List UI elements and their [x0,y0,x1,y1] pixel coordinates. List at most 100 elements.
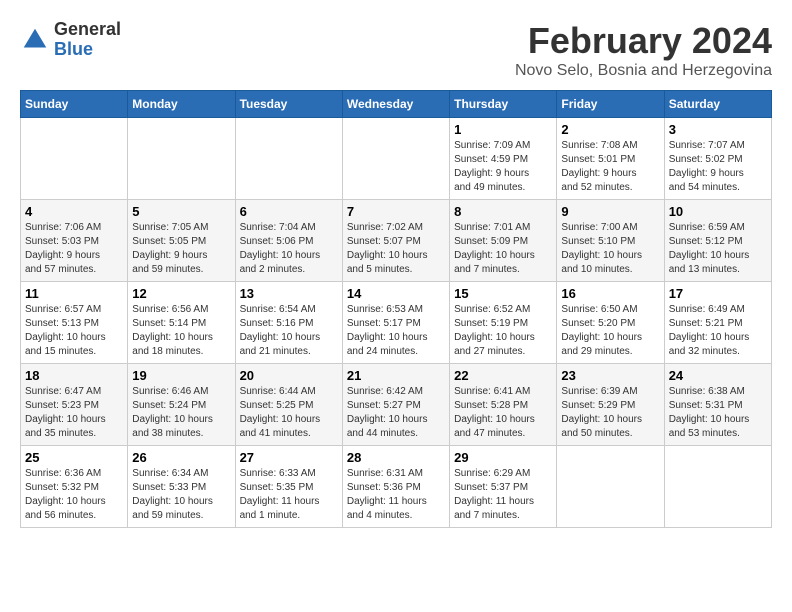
day-number: 2 [561,122,659,137]
day-info: Sunrise: 6:59 AMSunset: 5:12 PMDaylight:… [669,221,767,277]
column-header-monday: Monday [128,91,235,118]
calendar-week-5: 25 Sunrise: 6:36 AMSunset: 5:32 PMDayligh… [21,446,772,528]
column-header-saturday: Saturday [664,91,771,118]
day-info: Sunrise: 7:02 AMSunset: 5:07 PMDaylight:… [347,221,445,277]
day-info: Sunrise: 7:01 AMSunset: 5:09 PMDaylight:… [454,221,552,277]
day-number: 23 [561,368,659,383]
calendar-cell: 11 Sunrise: 6:57 AMSunset: 5:13 PMDayligh… [21,282,128,364]
calendar-cell: 6 Sunrise: 7:04 AMSunset: 5:06 PMDaylight… [235,200,342,282]
calendar-cell: 10 Sunrise: 6:59 AMSunset: 5:12 PMDayligh… [664,200,771,282]
day-info: Sunrise: 7:04 AMSunset: 5:06 PMDaylight:… [240,221,338,277]
calendar-table: SundayMondayTuesdayWednesdayThursdayFrid… [20,90,772,528]
day-number: 12 [132,286,230,301]
calendar-cell: 1 Sunrise: 7:09 AMSunset: 4:59 PMDaylight… [450,118,557,200]
day-info: Sunrise: 6:42 AMSunset: 5:27 PMDaylight:… [347,385,445,441]
calendar-cell: 16 Sunrise: 6:50 AMSunset: 5:20 PMDayligh… [557,282,664,364]
day-number: 10 [669,204,767,219]
day-info: Sunrise: 6:50 AMSunset: 5:20 PMDaylight:… [561,303,659,359]
day-number: 15 [454,286,552,301]
calendar-cell: 15 Sunrise: 6:52 AMSunset: 5:19 PMDayligh… [450,282,557,364]
calendar-cell: 28Sunrise: 6:31 AMSunset: 5:36 PMDayligh… [342,446,449,528]
day-number: 24 [669,368,767,383]
day-number: 14 [347,286,445,301]
day-info: Sunrise: 6:52 AMSunset: 5:19 PMDaylight:… [454,303,552,359]
day-info: Sunrise: 6:39 AMSunset: 5:29 PMDaylight:… [561,385,659,441]
day-info: Sunrise: 6:57 AMSunset: 5:13 PMDaylight:… [25,303,123,359]
day-number: 13 [240,286,338,301]
day-number: 5 [132,204,230,219]
calendar-cell: 5Sunrise: 7:05 AMSunset: 5:05 PMDaylight… [128,200,235,282]
day-number: 17 [669,286,767,301]
calendar-cell [128,118,235,200]
calendar-cell [664,446,771,528]
day-number: 3 [669,122,767,137]
calendar-cell: 29Sunrise: 6:29 AMSunset: 5:37 PMDayligh… [450,446,557,528]
day-info: Sunrise: 6:36 AMSunset: 5:32 PMDaylight:… [25,467,123,523]
column-header-tuesday: Tuesday [235,91,342,118]
day-number: 6 [240,204,338,219]
day-number: 20 [240,368,338,383]
day-number: 9 [561,204,659,219]
page-subtitle: Novo Selo, Bosnia and Herzegovina [515,62,772,80]
day-number: 21 [347,368,445,383]
day-number: 1 [454,122,552,137]
calendar-cell: 26Sunrise: 6:34 AMSunset: 5:33 PMDayligh… [128,446,235,528]
day-number: 8 [454,204,552,219]
column-header-friday: Friday [557,91,664,118]
calendar-cell: 22Sunrise: 6:41 AMSunset: 5:28 PMDayligh… [450,364,557,446]
day-info: Sunrise: 7:09 AMSunset: 4:59 PMDaylight:… [454,139,552,195]
day-info: Sunrise: 6:33 AMSunset: 5:35 PMDaylight:… [240,467,338,523]
calendar-cell: 2 Sunrise: 7:08 AMSunset: 5:01 PMDaylight… [557,118,664,200]
logo: General Blue [20,20,121,60]
calendar-cell: 18Sunrise: 6:47 AMSunset: 5:23 PMDayligh… [21,364,128,446]
column-header-wednesday: Wednesday [342,91,449,118]
day-info: Sunrise: 7:06 AMSunset: 5:03 PMDaylight:… [25,221,123,277]
day-number: 4 [25,204,123,219]
day-info: Sunrise: 7:08 AMSunset: 5:01 PMDaylight:… [561,139,659,195]
calendar-cell [235,118,342,200]
day-info: Sunrise: 6:47 AMSunset: 5:23 PMDaylight:… [25,385,123,441]
calendar-cell [21,118,128,200]
logo-icon [20,25,50,55]
day-info: Sunrise: 6:46 AMSunset: 5:24 PMDaylight:… [132,385,230,441]
day-info: Sunrise: 6:44 AMSunset: 5:25 PMDaylight:… [240,385,338,441]
day-number: 25 [25,450,123,465]
day-number: 11 [25,286,123,301]
title-section: February 2024 Novo Selo, Bosnia and Herz… [515,20,772,80]
day-info: Sunrise: 6:53 AMSunset: 5:17 PMDaylight:… [347,303,445,359]
calendar-cell: 7 Sunrise: 7:02 AMSunset: 5:07 PMDaylight… [342,200,449,282]
calendar-cell: 27 Sunrise: 6:33 AMSunset: 5:35 PMDayligh… [235,446,342,528]
calendar-cell: 24 Sunrise: 6:38 AMSunset: 5:31 PMDayligh… [664,364,771,446]
day-number: 7 [347,204,445,219]
day-info: Sunrise: 7:07 AMSunset: 5:02 PMDaylight:… [669,139,767,195]
calendar-cell: 25 Sunrise: 6:36 AMSunset: 5:32 PMDayligh… [21,446,128,528]
logo-blue: Blue [54,39,93,59]
day-info: Sunrise: 6:49 AMSunset: 5:21 PMDaylight:… [669,303,767,359]
calendar-cell [557,446,664,528]
calendar-cell: 17 Sunrise: 6:49 AMSunset: 5:21 PMDayligh… [664,282,771,364]
day-info: Sunrise: 6:29 AMSunset: 5:37 PMDaylight:… [454,467,552,523]
calendar-week-2: 4 Sunrise: 7:06 AMSunset: 5:03 PMDaylight… [21,200,772,282]
column-header-thursday: Thursday [450,91,557,118]
day-number: 27 [240,450,338,465]
calendar-cell: 19Sunrise: 6:46 AMSunset: 5:24 PMDayligh… [128,364,235,446]
calendar-header-row: SundayMondayTuesdayWednesdayThursdayFrid… [21,91,772,118]
day-number: 16 [561,286,659,301]
page-header: General Blue February 2024 Novo Selo, Bo… [20,20,772,80]
calendar-cell: 3 Sunrise: 7:07 AMSunset: 5:02 PMDaylight… [664,118,771,200]
day-info: Sunrise: 6:38 AMSunset: 5:31 PMDaylight:… [669,385,767,441]
logo-text: General Blue [54,20,121,60]
calendar-cell: 23 Sunrise: 6:39 AMSunset: 5:29 PMDayligh… [557,364,664,446]
day-info: Sunrise: 7:00 AMSunset: 5:10 PMDaylight:… [561,221,659,277]
day-info: Sunrise: 6:41 AMSunset: 5:28 PMDaylight:… [454,385,552,441]
logo-general: General [54,19,121,39]
calendar-cell: 12 Sunrise: 6:56 AMSunset: 5:14 PMDayligh… [128,282,235,364]
page-title: February 2024 [515,20,772,62]
day-info: Sunrise: 6:56 AMSunset: 5:14 PMDaylight:… [132,303,230,359]
calendar-cell: 20 Sunrise: 6:44 AMSunset: 5:25 PMDayligh… [235,364,342,446]
calendar-cell: 9 Sunrise: 7:00 AMSunset: 5:10 PMDaylight… [557,200,664,282]
calendar-week-4: 18Sunrise: 6:47 AMSunset: 5:23 PMDayligh… [21,364,772,446]
calendar-cell [342,118,449,200]
calendar-week-1: 1 Sunrise: 7:09 AMSunset: 4:59 PMDaylight… [21,118,772,200]
day-number: 28 [347,450,445,465]
